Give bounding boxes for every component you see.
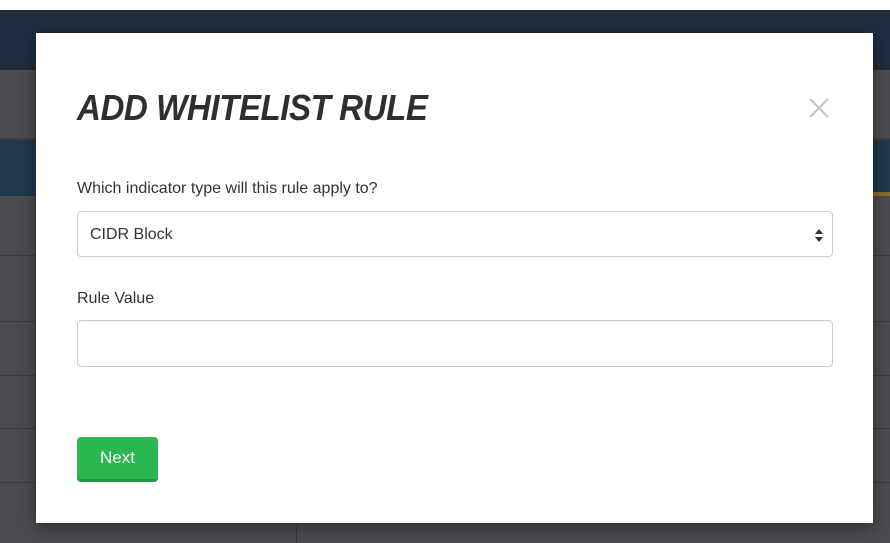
next-button[interactable]: Next (77, 437, 158, 482)
close-button[interactable] (804, 93, 834, 123)
modal-title: ADD WHITELIST RULE (77, 87, 428, 128)
add-whitelist-rule-modal: ADD WHITELIST RULE Which indicator type … (36, 33, 873, 523)
rule-value-label: Rule Value (77, 290, 155, 307)
indicator-type-selected-value: CIDR Block (90, 226, 173, 243)
updown-chevron-icon (815, 229, 823, 242)
backdrop-top-edge (0, 0, 890, 10)
close-icon (809, 98, 829, 118)
indicator-type-label: Which indicator type will this rule appl… (77, 180, 378, 197)
rule-value-input[interactable] (77, 320, 833, 367)
indicator-type-select[interactable]: CIDR Block (77, 211, 833, 257)
